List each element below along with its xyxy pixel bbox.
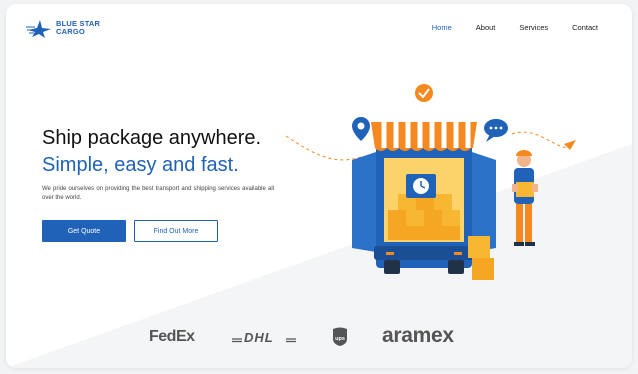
main-nav: Home About Services Contact [432, 23, 598, 32]
chat-bubble-icon [484, 119, 508, 142]
page-card: BLUE STAR CARGO Home About Services Cont… [6, 4, 632, 368]
nav-contact[interactable]: Contact [572, 23, 598, 32]
brand-line2: CARGO [56, 27, 85, 36]
check-badge-icon [415, 84, 433, 102]
dhl-logo: DHL [232, 330, 296, 344]
hero-description: We pride ourselves on providing the best… [42, 186, 274, 201]
brand-logo[interactable]: BLUE STAR CARGO [26, 18, 100, 38]
aramex-logo: aramex [382, 324, 454, 347]
delivery-truck-illustration [285, 84, 576, 280]
paper-plane-icon [564, 140, 576, 150]
partner-logos: FedEx DHL ups aramex [6, 322, 632, 352]
fedex-logo: FedEx [149, 328, 195, 345]
svg-text:ups: ups [335, 336, 345, 342]
delivery-man-figure [512, 150, 538, 246]
star-logo-icon [26, 20, 51, 38]
get-quote-button[interactable]: Get Quote [42, 220, 126, 242]
nav-home[interactable]: Home [432, 23, 452, 32]
svg-text:DHL: DHL [244, 330, 274, 344]
location-pin-icon [352, 117, 370, 141]
find-out-more-button[interactable]: Find Out More [134, 220, 218, 242]
nav-services[interactable]: Services [519, 23, 548, 32]
clock-icon [406, 174, 436, 198]
ups-logo: ups [333, 327, 347, 346]
nav-about[interactable]: About [476, 23, 496, 32]
hero-title: Ship package anywhere. [42, 127, 262, 149]
hero-subtitle: Simple, easy and fast. [42, 154, 239, 176]
